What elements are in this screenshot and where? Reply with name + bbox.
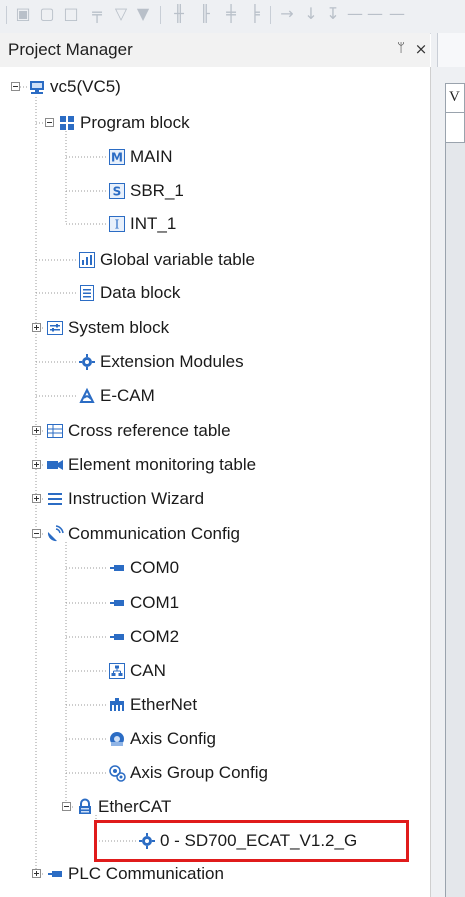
line-icon[interactable]: — xyxy=(346,5,364,23)
arrow-down-right-icon[interactable]: ↧ xyxy=(324,5,342,23)
serial-port-icon xyxy=(110,600,124,606)
tree-node-com0[interactable]: COM0 xyxy=(108,554,179,582)
ethernet-icon xyxy=(110,698,124,711)
lock-icon xyxy=(79,798,91,814)
gear-icon xyxy=(79,354,95,370)
tree-node-element-monitoring-table[interactable]: Element monitoring table xyxy=(46,451,256,479)
serial-port-icon xyxy=(48,871,62,877)
expand-system-block-toggle[interactable] xyxy=(32,323,41,332)
arrow-right-icon[interactable]: → xyxy=(278,5,296,23)
editor-background xyxy=(445,143,465,897)
tree-node-instruction-wizard[interactable]: Instruction Wizard xyxy=(46,485,204,513)
tree-node-global-variable-table[interactable]: Global variable table xyxy=(78,246,255,274)
editor-tab[interactable] xyxy=(437,33,465,67)
system-block-icon xyxy=(47,321,63,335)
ecam-icon xyxy=(79,387,95,403)
editor-text-fragment: V xyxy=(449,89,460,105)
close-icon[interactable]: × xyxy=(414,40,428,58)
tree-node-can[interactable]: CAN xyxy=(108,657,166,685)
arrow-down-icon[interactable]: ↓ xyxy=(302,5,320,23)
project-manager-header: Project Manager ᛘ × xyxy=(0,33,430,68)
parallel-contact-icon[interactable]: ╫ xyxy=(170,5,188,23)
collapse-communication-config-toggle[interactable] xyxy=(32,529,41,538)
collapse-ethercat-toggle[interactable] xyxy=(62,802,71,811)
highlight-annotation-box xyxy=(94,820,409,862)
tree-node-data-block[interactable]: Data block xyxy=(78,279,180,307)
tree-node-program-block[interactable]: Program block xyxy=(58,109,190,137)
axis-config-icon xyxy=(110,732,124,746)
tree-node-axis-config[interactable]: Axis Config xyxy=(108,725,216,753)
toolbar-separator xyxy=(6,6,7,24)
branch-merge-icon[interactable]: ╪ xyxy=(222,5,240,23)
program-block-icon xyxy=(60,116,74,130)
menu-lines-icon xyxy=(48,493,62,505)
tree-node-system-block[interactable]: System block xyxy=(46,314,169,342)
window-icon[interactable]: ▢ xyxy=(38,5,56,23)
tree-node-int-1[interactable]: I INT_1 xyxy=(108,210,176,238)
subroutine-icon: S xyxy=(109,183,125,199)
serial-port-icon xyxy=(110,565,124,571)
blank-page-icon[interactable]: □ xyxy=(62,5,80,23)
triangle-down-filled-icon[interactable]: ▼ xyxy=(134,5,152,23)
print-preview-icon[interactable]: ▣ xyxy=(14,5,32,23)
editor-table-fragment: V xyxy=(445,83,465,143)
project-tree: vc5(VC5) Program block M MAIN S SBR_1 I … xyxy=(0,67,431,897)
interrupt-icon: I xyxy=(109,216,125,232)
tree-node-cross-reference-table[interactable]: Cross reference table xyxy=(46,417,231,445)
svg-text:I: I xyxy=(115,218,120,232)
tree-node-axis-group-config[interactable]: Axis Group Config xyxy=(108,759,268,787)
network-nodes-icon xyxy=(109,663,125,679)
plc-device-icon xyxy=(30,81,44,94)
expand-cross-reference-toggle[interactable] xyxy=(32,426,41,435)
tree-node-main[interactable]: M MAIN xyxy=(108,143,173,171)
tree-node-ecam[interactable]: E-CAM xyxy=(78,382,155,410)
data-block-icon xyxy=(80,285,94,301)
line-icon[interactable]: — xyxy=(366,5,384,23)
expand-element-monitoring-toggle[interactable] xyxy=(32,460,41,469)
collapse-program-block-toggle[interactable] xyxy=(45,118,54,127)
tree-node-communication-config[interactable]: Communication Config xyxy=(46,520,240,548)
expand-plc-communication-toggle[interactable] xyxy=(32,869,41,878)
branch-end-icon[interactable]: ╞ xyxy=(246,5,264,23)
bar-chart-icon xyxy=(79,252,95,268)
tree-node-com1[interactable]: COM1 xyxy=(108,589,179,617)
contact-icon[interactable]: ╤ xyxy=(88,5,106,23)
tree-node-sbr-1[interactable]: S SBR_1 xyxy=(108,177,184,205)
svg-text:M: M xyxy=(111,151,123,165)
tree-node-com2[interactable]: COM2 xyxy=(108,623,179,651)
editor-area-edge: V xyxy=(431,33,465,897)
toolbar-separator xyxy=(270,6,271,24)
triangle-down-outline-icon[interactable]: ▽ xyxy=(112,5,130,23)
serial-port-icon xyxy=(110,634,124,640)
monitor-camera-icon xyxy=(47,460,63,470)
branch-icon[interactable]: ╟ xyxy=(196,5,214,23)
editor-table-divider xyxy=(446,112,465,113)
table-icon xyxy=(47,424,63,438)
expand-instruction-wizard-toggle[interactable] xyxy=(32,494,41,503)
main-program-icon: M xyxy=(109,149,125,165)
toolbar-separator xyxy=(160,6,161,24)
satellite-dish-icon xyxy=(47,525,64,542)
svg-text:S: S xyxy=(113,185,122,199)
axis-group-icon xyxy=(109,765,126,782)
tree-node-extension-modules[interactable]: Extension Modules xyxy=(78,348,244,376)
tree-node-plc-communication[interactable]: PLC Communication xyxy=(46,860,224,888)
panel-title: Project Manager xyxy=(8,40,133,59)
tree-node-root[interactable]: vc5(VC5) xyxy=(28,73,121,101)
tree-node-ethercat[interactable]: EtherCAT xyxy=(76,793,171,821)
toolbar: ▣ ▢ □ ╤ ▽ ▼ ╫ ╟ ╪ ╞ → ↓ ↧ — — — xyxy=(0,0,465,34)
collapse-root-toggle[interactable] xyxy=(11,82,20,91)
pin-icon[interactable]: ᛘ xyxy=(394,40,408,58)
line-icon[interactable]: — xyxy=(388,5,406,23)
tree-node-ethernet[interactable]: EtherNet xyxy=(108,691,197,719)
